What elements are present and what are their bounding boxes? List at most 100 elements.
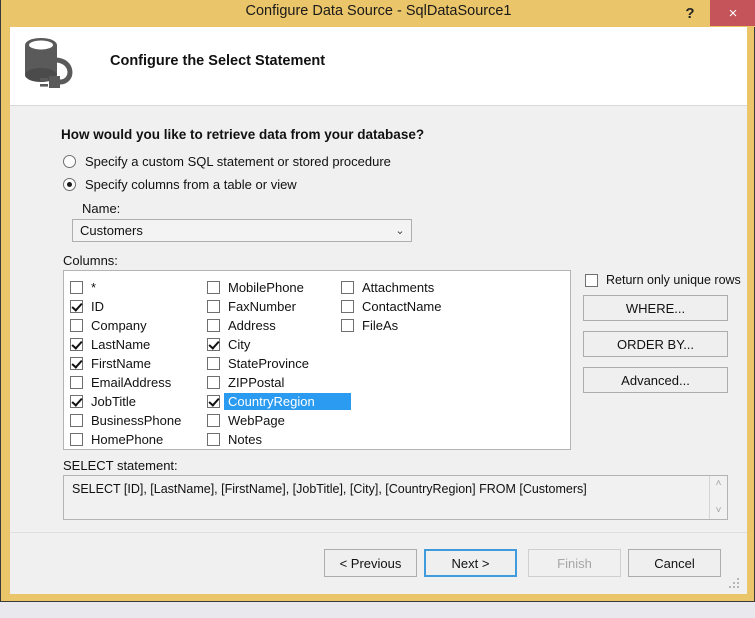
chevron-down-icon: ⌄ — [395, 225, 405, 237]
checkbox-icon[interactable] — [207, 414, 220, 427]
list-item-label: FirstName — [91, 356, 151, 371]
list-item[interactable]: LastName — [70, 335, 215, 354]
list-item[interactable]: FaxNumber — [207, 297, 347, 316]
next-button[interactable]: Next > — [424, 549, 517, 577]
list-item-label: Notes — [228, 432, 262, 447]
checkbox-icon[interactable] — [207, 300, 220, 313]
checkbox-icon[interactable] — [341, 300, 354, 313]
database-plug-icon — [25, 38, 73, 88]
checkbox-icon[interactable] — [207, 395, 220, 408]
checkbox-icon[interactable] — [70, 414, 83, 427]
checkbox-icon[interactable] — [70, 395, 83, 408]
checkbox-icon[interactable] — [207, 433, 220, 446]
return-only-unique-rows-label: Return only unique rows — [606, 273, 741, 287]
list-item[interactable]: Company — [70, 316, 215, 335]
checkbox-icon[interactable] — [70, 357, 83, 370]
chevron-up-icon[interactable]: ˄ — [716, 479, 722, 489]
radio-specify-columns-label: Specify columns from a table or view — [85, 177, 297, 192]
list-item[interactable]: ID — [70, 297, 215, 316]
checkbox-icon[interactable] — [207, 376, 220, 389]
list-item-label: MobilePhone — [228, 280, 304, 295]
list-item[interactable]: FirstName — [70, 354, 215, 373]
radio-custom-sql[interactable]: Specify a custom SQL statement or stored… — [63, 154, 391, 169]
finish-button: Finish — [528, 549, 621, 577]
select-statement-scrollbar[interactable]: ˄ ˅ — [709, 476, 727, 519]
list-item-label: Address — [228, 318, 276, 333]
configure-data-source-dialog: Configure Data Source - SqlDataSource1 ?… — [0, 0, 755, 602]
list-item[interactable]: EmailAddress — [70, 373, 215, 392]
list-item[interactable]: City — [207, 335, 347, 354]
list-item-label: ContactName — [362, 299, 442, 314]
order-by-button[interactable]: ORDER BY... — [583, 331, 728, 357]
advanced-button[interactable]: Advanced... — [583, 367, 728, 393]
checkbox-icon[interactable] — [70, 338, 83, 351]
radio-custom-sql-indicator — [63, 155, 76, 168]
cancel-button[interactable]: Cancel — [628, 549, 721, 577]
checkbox-icon[interactable] — [70, 300, 83, 313]
list-item[interactable]: StateProvince — [207, 354, 347, 373]
list-item[interactable]: HomePhone — [70, 430, 215, 449]
select-statement-label: SELECT statement: — [63, 458, 178, 473]
dialog-footer: < Previous Next > Finish Cancel — [10, 532, 747, 594]
select-statement-text: SELECT [ID], [LastName], [FirstName], [J… — [72, 482, 587, 496]
list-item-label: Attachments — [362, 280, 435, 295]
list-item[interactable]: MobilePhone — [207, 278, 347, 297]
previous-button[interactable]: < Previous — [324, 549, 417, 577]
name-label: Name: — [82, 201, 121, 216]
checkbox-icon[interactable] — [207, 281, 220, 294]
where-button[interactable]: WHERE... — [583, 295, 728, 321]
list-item[interactable]: ZIPPostal — [207, 373, 347, 392]
list-item-label: LastName — [91, 337, 151, 352]
list-item-selected[interactable]: CountryRegion — [207, 392, 351, 411]
dialog-body: How would you like to retrieve data from… — [10, 105, 747, 532]
checkbox-icon[interactable] — [70, 319, 83, 332]
chevron-down-icon[interactable]: ˅ — [716, 506, 722, 516]
checkbox-icon[interactable] — [341, 319, 354, 332]
list-item-label: WebPage — [228, 413, 285, 428]
screen: Configure Data Source - SqlDataSource1 ?… — [0, 0, 755, 618]
title-bar: Configure Data Source - SqlDataSource1 ?… — [1, 0, 755, 27]
radio-specify-columns[interactable]: Specify columns from a table or view — [63, 177, 297, 192]
window-title: Configure Data Source - SqlDataSource1 — [245, 3, 512, 19]
checkbox-icon[interactable] — [70, 376, 83, 389]
checkbox-icon[interactable] — [70, 281, 83, 294]
list-item-label: City — [228, 337, 251, 352]
list-item-label: * — [91, 280, 97, 295]
close-button[interactable]: × — [710, 0, 755, 26]
checkbox-icon[interactable] — [585, 273, 598, 287]
title-bar-buttons: ? × — [670, 0, 755, 27]
list-item[interactable]: FileAs — [341, 316, 491, 335]
list-item-label: Company — [91, 318, 147, 333]
checkbox-icon[interactable] — [341, 281, 354, 294]
columns-group-2: MobilePhone FaxNumber Address City State… — [207, 278, 351, 449]
list-item[interactable]: Address — [207, 316, 347, 335]
checkbox-icon[interactable] — [207, 338, 220, 351]
list-item-label: StateProvince — [228, 356, 309, 371]
list-item[interactable]: Attachments — [341, 278, 491, 297]
checkbox-icon[interactable] — [207, 319, 220, 332]
checkbox-icon[interactable] — [70, 433, 83, 446]
radio-custom-sql-label: Specify a custom SQL statement or stored… — [85, 154, 391, 169]
columns-group-3: Attachments ContactName FileAs — [341, 278, 491, 335]
list-item-label: CountryRegion — [224, 393, 351, 410]
list-item[interactable]: * — [70, 278, 215, 297]
table-or-view-value: Customers — [80, 223, 143, 238]
list-item-label: HomePhone — [91, 432, 164, 447]
list-item[interactable]: WebPage — [207, 411, 347, 430]
table-or-view-dropdown[interactable]: Customers ⌄ — [72, 219, 412, 242]
list-item[interactable]: BusinessPhone — [70, 411, 215, 430]
list-item-label: FaxNumber — [228, 299, 296, 314]
list-item[interactable]: ContactName — [341, 297, 491, 316]
checkbox-icon[interactable] — [207, 357, 220, 370]
page-title: Configure the Select Statement — [110, 53, 326, 69]
header-panel: Configure the Select Statement — [10, 27, 747, 106]
select-statement-box[interactable]: SELECT [ID], [LastName], [FirstName], [J… — [63, 475, 728, 520]
list-item-label: FileAs — [362, 318, 399, 333]
help-button[interactable]: ? — [670, 0, 710, 27]
list-item[interactable]: Notes — [207, 430, 347, 449]
return-only-unique-rows-checkbox[interactable]: Return only unique rows — [585, 273, 741, 287]
resize-grip[interactable] — [729, 578, 741, 590]
columns-listbox[interactable]: * ID Company LastName FirstName EmailAdd… — [63, 270, 571, 450]
list-item-label: JobTitle — [91, 394, 137, 409]
list-item[interactable]: JobTitle — [70, 392, 215, 411]
